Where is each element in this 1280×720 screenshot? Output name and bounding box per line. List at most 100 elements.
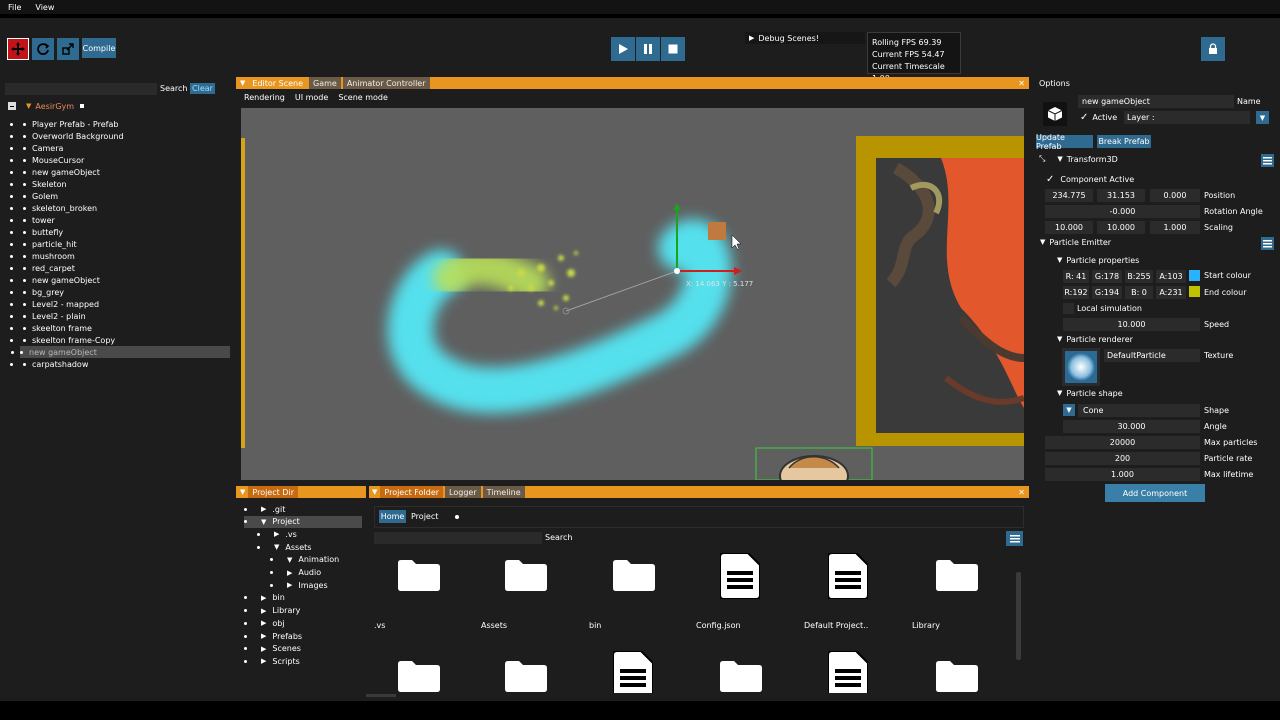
- component-active-checkbox[interactable]: ✓ Component Active: [1046, 173, 1134, 185]
- rotation-field[interactable]: -0.000: [1045, 205, 1200, 218]
- hierarchy-clear-button[interactable]: Clear: [190, 83, 215, 94]
- breadcrumb-project[interactable]: Project: [411, 512, 438, 521]
- project-dir-item[interactable]: ▼ Animation: [270, 554, 339, 566]
- folder-icon[interactable]: [613, 557, 655, 591]
- project-dir-item[interactable]: ▶ Scenes: [244, 643, 301, 655]
- tab-project-folder[interactable]: Project Folder: [380, 486, 444, 498]
- folder-icon[interactable]: [505, 658, 547, 692]
- project-dir-item[interactable]: ▶ Scripts: [244, 655, 300, 667]
- tab-animator-controller[interactable]: Animator Controller: [342, 77, 430, 89]
- project-dir-item[interactable]: ▶ bin: [244, 592, 285, 604]
- folder-icon[interactable]: [936, 557, 978, 591]
- position-x-field[interactable]: 234.775: [1045, 189, 1093, 202]
- project-dir-item[interactable]: ▶ .vs: [257, 528, 297, 540]
- position-y-field[interactable]: 31.153: [1097, 189, 1145, 202]
- close-icon[interactable]: ✕: [1018, 79, 1025, 88]
- menu-view[interactable]: View: [35, 3, 54, 12]
- particle-renderer-header[interactable]: ▼ Particle renderer: [1057, 333, 1133, 345]
- scale-tool-button[interactable]: [57, 38, 79, 60]
- move-tool-button[interactable]: [7, 38, 29, 60]
- tab-game[interactable]: Game: [309, 77, 341, 89]
- collapse-triangle-icon[interactable]: ▼: [372, 488, 377, 496]
- end-g-field[interactable]: G:194: [1092, 286, 1122, 299]
- scaling-x-field[interactable]: 10.000: [1045, 221, 1093, 234]
- hierarchy-item[interactable]: particle_hit: [10, 238, 230, 250]
- folder-icon[interactable]: [505, 557, 547, 591]
- debug-scenes-toggle[interactable]: ▶ Debug Scenes!: [745, 32, 865, 44]
- list-view-button[interactable]: [1006, 531, 1023, 546]
- hierarchy-item[interactable]: carpatshadow: [10, 358, 230, 370]
- hierarchy-item[interactable]: skeelton frame: [10, 322, 230, 334]
- hierarchy-item[interactable]: Skeleton: [10, 178, 230, 190]
- hierarchy-item[interactable]: Camera: [10, 142, 230, 154]
- collapse-triangle-icon[interactable]: ▼: [240, 488, 245, 496]
- file-label[interactable]: Config.json: [696, 621, 741, 630]
- local-simulation-checkbox[interactable]: Local simulation: [1063, 302, 1142, 315]
- active-checkbox[interactable]: ✓ Active: [1080, 111, 1117, 124]
- layer-dropdown-button[interactable]: ▼: [1256, 111, 1269, 124]
- transform3d-header[interactable]: ⤡ ▼ Transform3D: [1039, 153, 1118, 165]
- hierarchy-item[interactable]: skeelton frame-Copy: [10, 334, 230, 346]
- subtab-scene-mode[interactable]: Scene mode: [338, 93, 388, 102]
- project-dir-item[interactable]: ▶ Images: [270, 579, 328, 591]
- collapse-icon[interactable]: [8, 102, 16, 110]
- particle-properties-header[interactable]: ▼ Particle properties: [1057, 254, 1139, 266]
- project-dir-item[interactable]: ▶ .git: [244, 503, 285, 515]
- start-a-field[interactable]: A:103: [1156, 270, 1186, 283]
- start-r-field[interactable]: R: 41: [1063, 270, 1089, 283]
- pause-button[interactable]: [636, 37, 660, 61]
- file-label[interactable]: bin: [589, 621, 601, 630]
- scene-root[interactable]: ▼ AesirGym: [8, 100, 85, 112]
- folder-icon[interactable]: [398, 557, 440, 591]
- angle-field[interactable]: 30.000: [1063, 420, 1200, 433]
- scaling-z-field[interactable]: 1.000: [1150, 221, 1200, 234]
- folder-icon[interactable]: [398, 658, 440, 692]
- file-icon[interactable]: [827, 552, 869, 600]
- tab-timeline[interactable]: Timeline: [482, 486, 525, 498]
- project-dir-item[interactable]: ▶ obj: [244, 617, 285, 629]
- subtab-rendering[interactable]: Rendering: [244, 93, 285, 102]
- stop-button[interactable]: [661, 37, 685, 61]
- breadcrumb-home[interactable]: Home: [379, 510, 406, 523]
- lock-button[interactable]: [1201, 37, 1225, 61]
- layer-select[interactable]: Layer :: [1124, 111, 1250, 124]
- shape-select[interactable]: Cone: [1078, 404, 1200, 417]
- project-dir-item[interactable]: ▶ Prefabs: [244, 630, 302, 642]
- file-icon[interactable]: [828, 651, 868, 693]
- folder-icon[interactable]: [936, 658, 978, 692]
- play-button[interactable]: [611, 37, 635, 61]
- file-icon[interactable]: [613, 651, 653, 693]
- end-r-field[interactable]: R:192: [1063, 286, 1089, 299]
- max-lifetime-field[interactable]: 1.000: [1045, 468, 1200, 481]
- subtab-ui-mode[interactable]: UI mode: [295, 93, 328, 102]
- shape-dropdown-button[interactable]: ▼: [1063, 404, 1075, 416]
- particle-rate-field[interactable]: 200: [1045, 452, 1200, 465]
- file-label[interactable]: .vs: [374, 621, 385, 630]
- scene-viewport[interactable]: X: 14.063 Y : 5.177: [241, 108, 1024, 480]
- tab-project-dir[interactable]: Project Dir: [248, 486, 298, 498]
- position-z-field[interactable]: 0.000: [1150, 189, 1200, 202]
- rotate-tool-button[interactable]: [32, 38, 54, 60]
- file-label[interactable]: Library: [912, 621, 940, 630]
- file-label[interactable]: Assets: [481, 621, 507, 630]
- file-icon[interactable]: [719, 552, 761, 600]
- break-prefab-button[interactable]: Break Prefab: [1097, 135, 1151, 148]
- hierarchy-item[interactable]: skeleton_broken: [10, 202, 230, 214]
- hierarchy-item[interactable]: MouseCursor: [10, 154, 230, 166]
- hierarchy-item[interactable]: red_carpet: [10, 262, 230, 274]
- end-b-field[interactable]: B: 0: [1125, 286, 1153, 299]
- project-dir-item[interactable]: ▶ Audio: [270, 567, 321, 579]
- end-colour-swatch[interactable]: [1189, 286, 1200, 297]
- menu-file[interactable]: File: [8, 3, 21, 12]
- hierarchy-item[interactable]: new gameObject: [10, 166, 230, 178]
- hierarchy-item[interactable]: Level2 - mapped: [10, 298, 230, 310]
- folder-scrollbar[interactable]: [1016, 572, 1021, 660]
- hierarchy-search-input[interactable]: [5, 83, 157, 95]
- hierarchy-item[interactable]: Player Prefab - Prefab: [10, 118, 230, 130]
- folder-icon[interactable]: [720, 658, 762, 692]
- particle-shape-header[interactable]: ▼ Particle shape: [1057, 387, 1123, 399]
- hierarchy-item[interactable]: Golem: [10, 190, 230, 202]
- hierarchy-item[interactable]: new gameObject: [10, 274, 230, 286]
- speed-field[interactable]: 10.000: [1063, 318, 1200, 331]
- scaling-y-field[interactable]: 10.000: [1097, 221, 1145, 234]
